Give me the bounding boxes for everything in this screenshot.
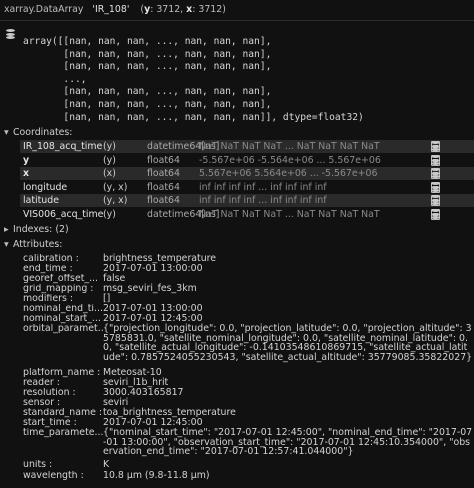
- attr-key: calibration :: [23, 254, 79, 264]
- attribute-row: calibration : brightness_temperature: [23, 254, 474, 264]
- attribute-row: time_paramete... {"nominal_start_time": …: [23, 428, 474, 460]
- coordinate-row[interactable]: VIS006_acq_time (y) datetime64[ns] NaT N…: [20, 208, 474, 221]
- attr-key: end_time :: [23, 264, 73, 274]
- chevron-down-icon: ▾: [4, 127, 9, 138]
- indexes-toggle[interactable]: ▸ Indexes: (2): [4, 224, 69, 236]
- database-icon[interactable]: [431, 155, 440, 165]
- attr-key: nominal_end_ti...: [23, 304, 103, 314]
- coordinate-row[interactable]: x (x) float64 5.567e+06 5.564e+06 ... -5…: [20, 167, 474, 180]
- attr-key: modifiers :: [23, 294, 73, 304]
- attr-value: 2017-07-01 13:00:00: [103, 263, 203, 274]
- attr-value: {"nominal_start_time": "2017-07-01 12:45…: [103, 427, 473, 458]
- attr-key: grid_mapping :: [23, 284, 94, 294]
- coord-preview: -5.567e+06 -5.564e+06 ... 5.567e+06: [199, 155, 381, 166]
- attr-key: units :: [23, 460, 53, 470]
- coord-name: VIS006_acq_time: [23, 209, 104, 220]
- chevron-down-icon: ▾: [4, 239, 9, 250]
- attr-key: orbital_paramet...: [23, 324, 103, 334]
- database-icon[interactable]: [6, 29, 15, 39]
- coord-dims: (x): [103, 168, 116, 179]
- array-values: array([[nan, nan, nan, ..., nan, nan, na…: [23, 36, 364, 123]
- dim-y-size: : 3712,: [150, 4, 184, 15]
- attribute-row: resolution : 3000.403165817: [23, 388, 474, 398]
- attr-key: georef_offset_...: [23, 274, 99, 284]
- variable-name: 'IR_108': [92, 4, 130, 15]
- attr-key: reader :: [23, 378, 60, 388]
- coordinate-row[interactable]: y (y) float64 -5.567e+06 -5.564e+06 ... …: [20, 154, 474, 167]
- attr-key: start_time :: [23, 418, 77, 428]
- coordinates-toggle[interactable]: ▾ Coordinates:: [4, 127, 72, 139]
- header-divider: [0, 20, 474, 21]
- coord-dims: (y): [103, 141, 116, 152]
- attribute-row: platform_name : Meteosat-10: [23, 368, 474, 378]
- database-icon[interactable]: [431, 141, 440, 151]
- dimensions-summary: (y: 3712, x: 3712): [140, 4, 226, 15]
- attr-key: sensor :: [23, 398, 61, 408]
- coord-dtype: float64: [147, 168, 180, 179]
- attributes-toggle[interactable]: ▾ Attributes:: [4, 239, 62, 251]
- indexes-count: (2): [55, 224, 69, 235]
- attribute-row: wavelength : 10.8 µm (9.8-11.8 µm): [23, 471, 474, 481]
- attribute-row: nominal_end_ti... 2017-07-01 13:00:00: [23, 304, 474, 314]
- attribute-row: units : K: [23, 460, 474, 470]
- coord-dtype: float64: [147, 155, 180, 166]
- coord-preview: inf inf inf inf ... inf inf inf inf: [199, 195, 327, 206]
- coord-preview: inf inf inf inf ... inf inf inf inf: [199, 182, 327, 193]
- coord-name: longitude: [23, 182, 68, 193]
- attr-value: K: [103, 459, 110, 470]
- dataarray-header: xarray.DataArray 'IR_108' (y: 3712, x: 3…: [4, 3, 226, 17]
- attr-key: nominal_start_...: [23, 314, 101, 324]
- attribute-row: georef_offset_... false: [23, 274, 474, 284]
- attribute-row: end_time : 2017-07-01 13:00:00: [23, 264, 474, 274]
- attr-key: standard_name :: [23, 408, 102, 418]
- attribute-row: orbital_paramet... {"projection_longitud…: [23, 324, 474, 368]
- coord-dims: (y): [103, 155, 116, 166]
- attribute-row: standard_name : toa_brightness_temperatu…: [23, 408, 474, 418]
- attr-key: platform_name :: [23, 368, 101, 378]
- attr-value: msg_seviri_fes_3km: [103, 283, 197, 294]
- database-icon[interactable]: [431, 195, 440, 205]
- coord-name: x: [23, 168, 30, 179]
- coordinate-row[interactable]: longitude (y, x) float64 inf inf inf inf…: [20, 181, 474, 194]
- coordinate-row[interactable]: IR_108_acq_time (y) datetime64[ns] NaT N…: [20, 140, 474, 153]
- attr-value: 10.8 µm (9.8-11.8 µm): [103, 470, 210, 481]
- coord-preview: NaT NaT NaT NaT ... NaT NaT NaT NaT: [199, 209, 380, 220]
- attr-key: time_paramete...: [23, 428, 103, 438]
- coord-dtype: float64: [147, 195, 180, 206]
- attr-value: 3000.403165817: [103, 387, 184, 398]
- attribute-row: sensor : seviri: [23, 398, 474, 408]
- attribute-row: modifiers : []: [23, 294, 474, 304]
- coord-name: IR_108_acq_time: [23, 141, 103, 152]
- attribute-row: reader : seviri_l1b_hrit: [23, 378, 474, 388]
- database-icon[interactable]: [431, 182, 440, 192]
- chevron-right-icon: ▸: [4, 224, 9, 235]
- attr-key: wavelength :: [23, 471, 84, 481]
- coord-name: y: [23, 155, 30, 166]
- database-icon[interactable]: [431, 168, 440, 178]
- coord-dims: (y): [103, 209, 116, 220]
- coord-dtype: float64: [147, 182, 180, 193]
- coord-preview: NaT NaT NaT NaT ... NaT NaT NaT NaT: [199, 141, 380, 152]
- type-label: xarray.DataArray: [4, 4, 84, 15]
- attr-value: {"projection_longitude": 0.0, "projectio…: [103, 323, 473, 363]
- coord-dims: (y, x): [103, 195, 128, 206]
- database-icon[interactable]: [431, 209, 440, 219]
- coordinate-row[interactable]: latitude (y, x) float64 inf inf inf inf …: [20, 194, 474, 207]
- coord-dims: (y, x): [103, 182, 128, 193]
- attr-key: resolution :: [23, 388, 76, 398]
- coord-name: latitude: [23, 195, 59, 206]
- dim-x-size: : 3712): [192, 4, 226, 15]
- coord-preview: 5.567e+06 5.564e+06 ... -5.567e+06: [199, 168, 378, 179]
- attribute-row: grid_mapping : msg_seviri_fes_3km: [23, 284, 474, 294]
